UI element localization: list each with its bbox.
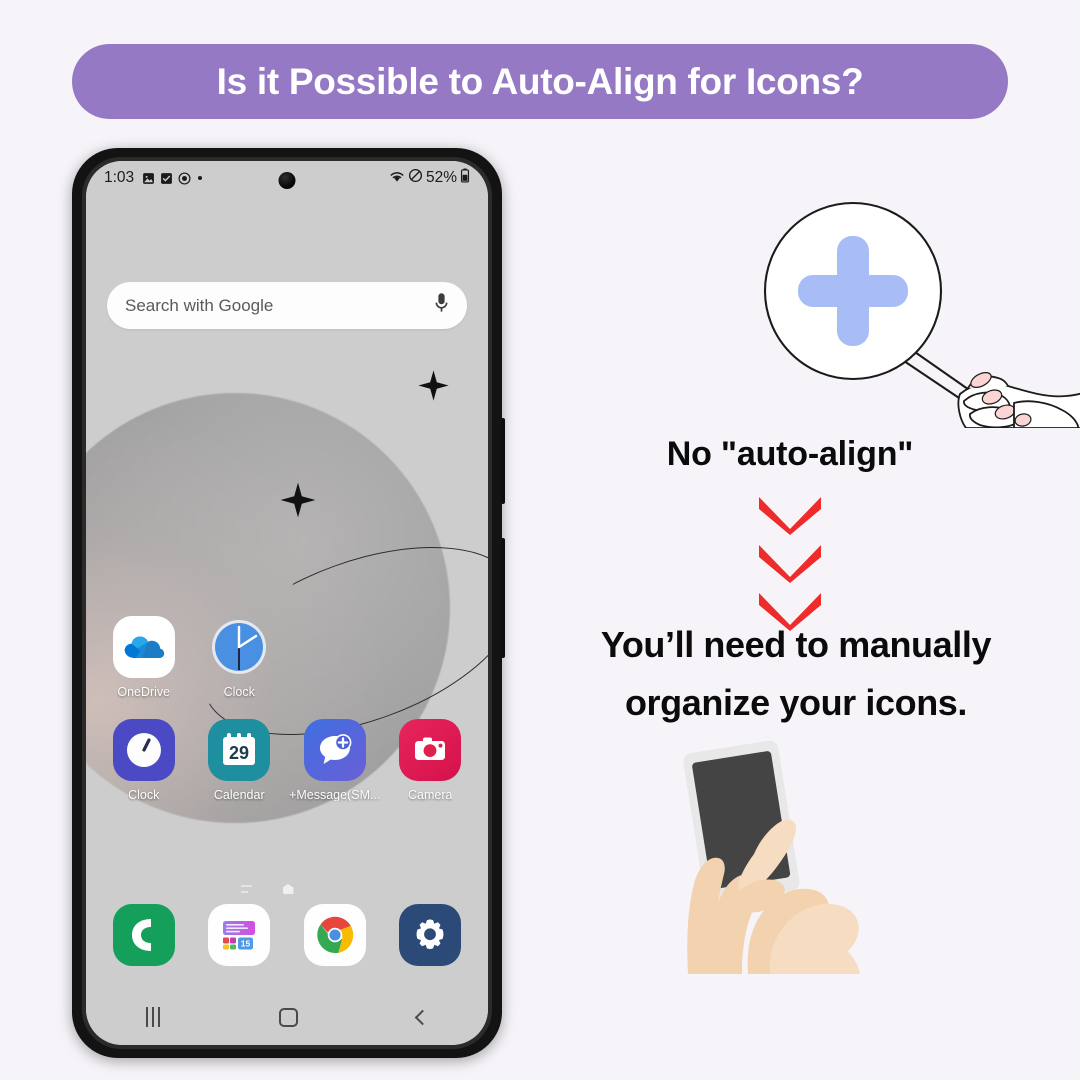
sub-headline-line-1: You’ll need to manually xyxy=(600,624,992,665)
sub-headline: You’ll need to manually organize your ic… xyxy=(512,616,1080,731)
chevron-down-icon xyxy=(757,495,823,540)
power-button[interactable] xyxy=(501,538,505,658)
app-icon-camera[interactable]: Camera xyxy=(383,719,479,802)
dock-item-phone[interactable] xyxy=(96,904,192,973)
magnifier-plus-icon xyxy=(760,198,1080,429)
battery-icon xyxy=(460,168,470,188)
settings-gear-icon xyxy=(399,904,462,966)
status-time: 1:03 xyxy=(104,169,135,186)
title-banner: Is it Possible to Auto-Align for Icons? xyxy=(72,44,1008,119)
back-icon[interactable] xyxy=(415,1009,431,1025)
chevron-down-icon-group xyxy=(512,495,1068,636)
chrome-icon xyxy=(303,904,366,966)
search-input[interactable]: Search with Google xyxy=(107,282,467,329)
svg-text:15: 15 xyxy=(241,938,251,948)
app-label: Clock xyxy=(223,685,255,699)
wifi-icon xyxy=(389,169,405,188)
page-indicator[interactable] xyxy=(86,884,488,894)
onedrive-icon xyxy=(112,616,175,678)
svg-text:29: 29 xyxy=(229,743,249,763)
app-icon-plus-message[interactable]: +Message(SM... xyxy=(287,719,383,802)
phone-screen: 1:03 52% Search with Google OneDrive Clo… xyxy=(86,161,488,1045)
app-label: +Message(SM... xyxy=(289,788,381,802)
home-page-icon[interactable] xyxy=(282,884,294,894)
app-icon-onedrive[interactable]: OneDrive xyxy=(96,616,192,699)
dot-icon[interactable] xyxy=(304,884,314,894)
clock-icon xyxy=(208,616,270,678)
dock: 15 xyxy=(96,904,478,973)
front-camera-punch-hole xyxy=(278,172,296,189)
home-screen-app-grid: OneDrive Clock Clock 29 Calendar +Messag… xyxy=(96,616,478,802)
app-label: Clock xyxy=(128,788,160,802)
recents-icon[interactable] xyxy=(145,1007,161,1027)
sparkle-icon xyxy=(279,481,317,526)
app-row: OneDrive Clock xyxy=(96,616,478,699)
menu-icon[interactable] xyxy=(240,885,252,893)
widgets-icon: 15 xyxy=(208,904,271,966)
app-label: OneDrive xyxy=(117,685,171,699)
navigation-bar xyxy=(86,989,488,1045)
status-bar-left: 1:03 xyxy=(104,169,203,187)
hand-tapping-phone-icon xyxy=(662,728,912,978)
headline-no-auto-align: No "auto-align" xyxy=(666,435,914,473)
mute-icon xyxy=(408,168,423,188)
calendar-icon: 29 xyxy=(208,719,271,781)
message-plus-icon xyxy=(303,719,366,781)
dock-item-widgets[interactable]: 15 xyxy=(192,904,288,973)
dock-item-settings[interactable] xyxy=(383,904,479,973)
app-icon-calendar[interactable]: 29 Calendar xyxy=(192,719,288,802)
app-icon-clock[interactable]: Clock xyxy=(96,719,192,802)
phone-bezel: 1:03 52% Search with Google OneDrive Clo… xyxy=(82,157,492,1049)
dock-item-chrome[interactable] xyxy=(287,904,383,973)
camera-icon xyxy=(399,719,462,781)
battery-percent: 52% xyxy=(425,169,457,186)
page-title: Is it Possible to Auto-Align for Icons? xyxy=(216,60,864,102)
search-placeholder: Search with Google xyxy=(125,295,274,315)
app-grid-empty-slot xyxy=(287,616,383,699)
chevron-down-icon xyxy=(757,543,823,588)
clock-icon xyxy=(112,719,175,781)
app-label: Calendar xyxy=(213,788,265,802)
checkbox-icon xyxy=(160,172,173,185)
dot-icon xyxy=(198,176,203,180)
hand-holding-magnifier-icon xyxy=(957,372,1080,429)
app-row: Clock 29 Calendar +Message(SM... Camera xyxy=(96,719,478,802)
app-icon-clock-blue[interactable]: Clock xyxy=(192,616,288,699)
phone-mockup: 1:03 52% Search with Google OneDrive Clo… xyxy=(72,148,505,1058)
phone-icon xyxy=(112,904,175,966)
sub-headline-line-2: organize your icons. xyxy=(624,681,968,723)
home-icon[interactable] xyxy=(279,1007,299,1027)
dot-icon[interactable] xyxy=(262,884,272,894)
microphone-icon[interactable] xyxy=(434,292,449,319)
volume-button[interactable] xyxy=(501,418,505,504)
right-panel: No "auto-align" You’ll need to manually … xyxy=(512,150,1080,1060)
app-label: Camera xyxy=(408,788,453,802)
app-grid-empty-slot xyxy=(383,616,479,699)
image-icon xyxy=(142,172,155,185)
capture-icon xyxy=(178,171,191,185)
status-bar-right: 52% xyxy=(389,168,470,188)
dot-icon[interactable] xyxy=(324,884,334,894)
sparkle-icon xyxy=(417,369,450,407)
